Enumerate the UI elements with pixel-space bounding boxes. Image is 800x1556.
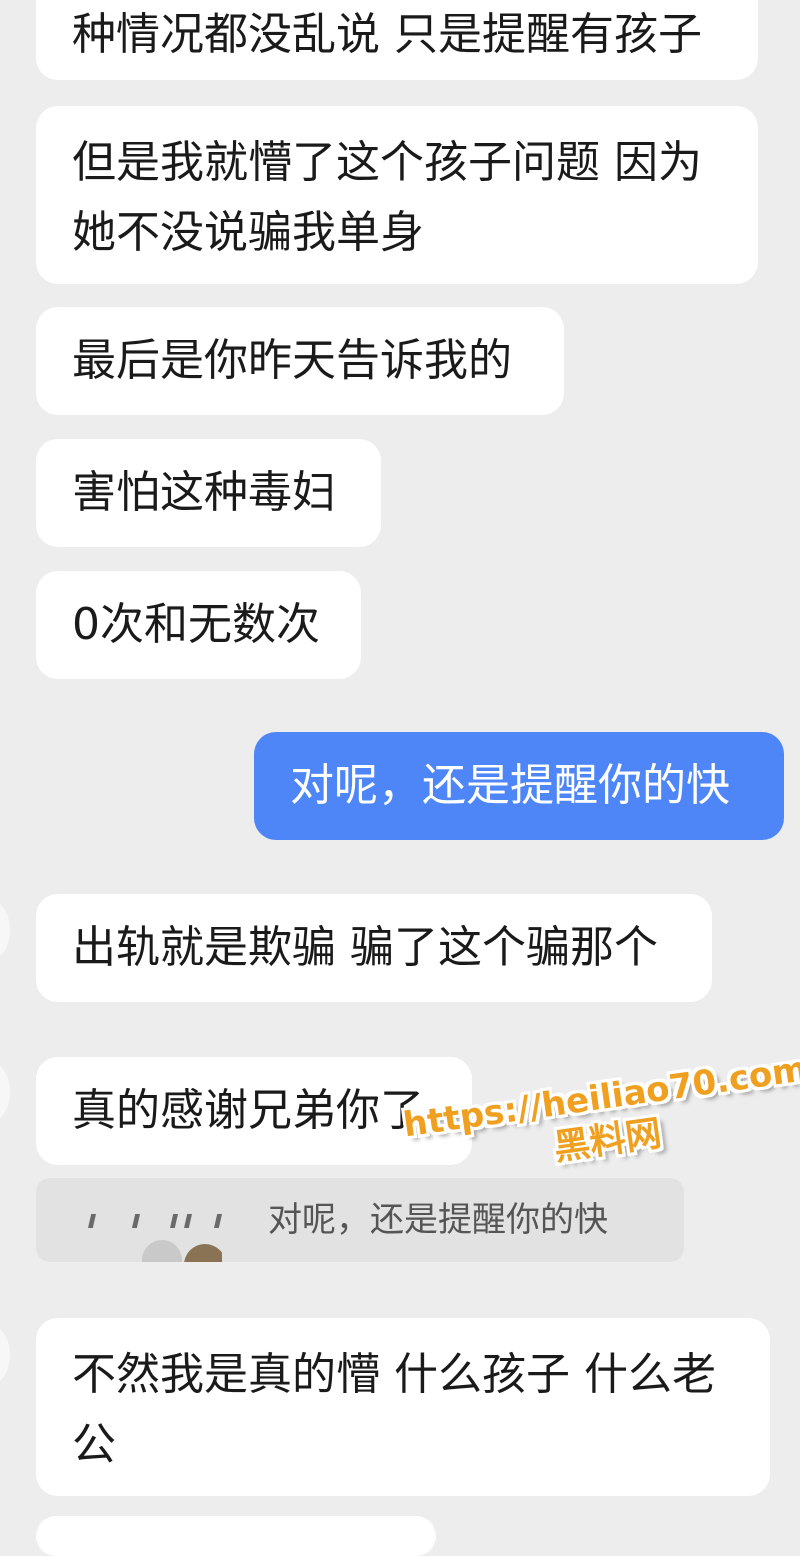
message-bubble-sent[interactable]: 对呢，还是提醒你的快 [254,732,784,840]
message-bubble-received[interactable]: 最后是你昨天告诉我的 [36,307,564,415]
message-text: 最后是你昨天告诉我的 [72,335,512,386]
message-bubble-received[interactable]: 出轨就是欺骗 骗了这个骗那个 [36,894,712,1002]
message-text: 公 [72,1419,116,1470]
avatar-edge[interactable] [0,1325,10,1385]
message-bubble-received[interactable]: 但是我就懵了这个孩子问题 因为 她不没说骗我单身 [36,106,758,284]
avatar-edge[interactable] [0,900,10,960]
quoted-sender-avatar [142,1240,222,1262]
message-bubble-received[interactable]: 害怕这种毒妇 [36,439,381,547]
message-bubble-partial[interactable] [36,1516,436,1556]
message-text: 她不没说骗我单身 [72,207,424,258]
message-text: 对呢，还是提醒你的快 [290,760,730,811]
message-text: 真的感谢兄弟你了 [72,1085,424,1136]
message-bubble-received[interactable]: 种情况都没乱说 只是提醒有孩子 [36,0,758,80]
message-text: 种情况都没乱说 只是提醒有孩子 [72,9,702,60]
avatar-edge[interactable] [0,1062,10,1122]
message-text: 出轨就是欺骗 骗了这个骗那个 [72,922,658,973]
message-bubble-received[interactable]: 不然我是真的懵 什么孩子 什么老 公 [36,1318,770,1496]
message-text: 但是我就懵了这个孩子问题 因为 [72,137,702,188]
message-text: 不然我是真的懵 什么孩子 什么老 [72,1349,716,1400]
message-text: 害怕这种毒妇 [72,467,336,518]
message-text: 0次和无数次 [72,599,320,650]
quoted-message-text: 对呢，还是提醒你的快 [268,1200,608,1240]
quoted-sender-name [88,1198,238,1238]
message-bubble-received[interactable]: 0次和无数次 [36,571,361,679]
quoted-reply[interactable]: 对呢，还是提醒你的快 [36,1178,684,1262]
chat-thread[interactable]: 种情况都没乱说 只是提醒有孩子 但是我就懵了这个孩子问题 因为 她不没说骗我单身… [0,0,800,1556]
